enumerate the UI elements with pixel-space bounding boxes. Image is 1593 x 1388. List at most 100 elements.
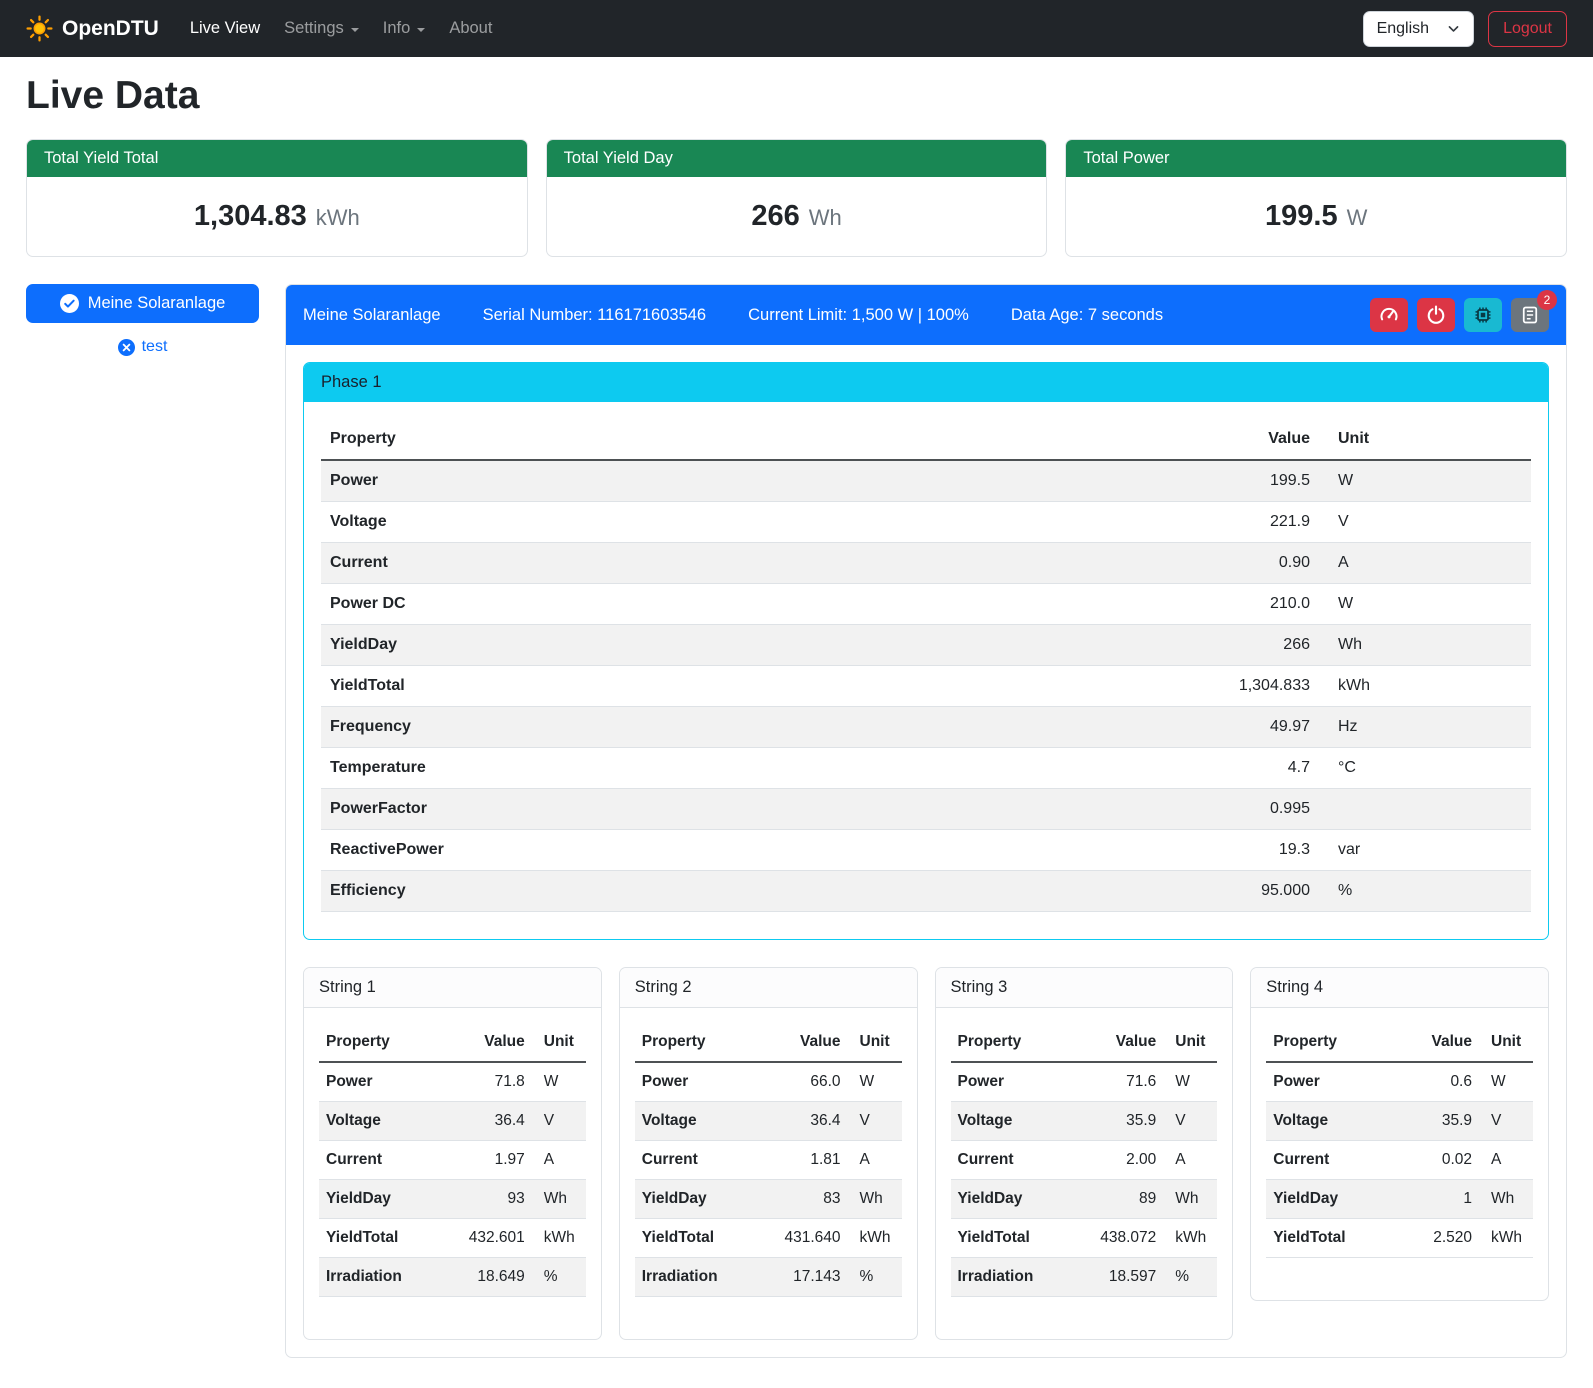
unit-cell: V	[1319, 502, 1531, 543]
property-cell: Temperature	[321, 748, 916, 789]
value-cell: 432.601	[439, 1219, 532, 1258]
unit-cell: kWh	[848, 1219, 902, 1258]
value-cell: 0.6	[1397, 1062, 1479, 1102]
unit-cell: %	[848, 1258, 902, 1297]
nav-right: English Logout	[1363, 11, 1567, 47]
property-cell: PowerFactor	[321, 789, 916, 830]
table-row: Current1.97A	[319, 1141, 586, 1180]
string-table-wrap: Property Value Unit Power66.0W Voltage36…	[620, 1008, 917, 1339]
property-cell: Efficiency	[321, 871, 916, 912]
page-title: Live Data	[26, 74, 1567, 118]
nav-settings-label: Settings	[284, 19, 344, 38]
value-cell: 1.81	[754, 1141, 847, 1180]
unit-cell: V	[1479, 1102, 1533, 1141]
nav-links: Live View Settings Info About	[181, 11, 502, 46]
table-row: YieldDay83Wh	[635, 1180, 902, 1219]
nav-about[interactable]: About	[440, 11, 501, 46]
value-cell: 18.649	[439, 1258, 532, 1297]
nav-settings[interactable]: Settings	[275, 11, 368, 46]
table-row: YieldTotal431.640kWh	[635, 1219, 902, 1258]
value-cell: 35.9	[1397, 1102, 1479, 1141]
unit-cell: A	[1479, 1141, 1533, 1180]
property-cell: YieldDay	[1266, 1180, 1396, 1219]
unit-cell	[1319, 789, 1531, 830]
property-cell: YieldTotal	[635, 1219, 755, 1258]
language-value: English	[1377, 20, 1429, 38]
device-info-button[interactable]	[1464, 298, 1502, 332]
unit-cell: Wh	[1479, 1180, 1533, 1219]
summary-card-title: Total Power	[1066, 140, 1566, 177]
column-header-unit: Unit	[1163, 1023, 1217, 1062]
unit-cell: °C	[1319, 748, 1531, 789]
string-card-1: String 1 Property Value Unit	[303, 967, 602, 1340]
limit-settings-button[interactable]	[1370, 298, 1408, 332]
property-cell: Irradiation	[951, 1258, 1071, 1297]
inverter-select-button[interactable]: Meine Solaranlage	[26, 284, 259, 323]
top-navbar: OpenDTU Live View Settings Info About En…	[0, 0, 1593, 57]
value-cell: 0.995	[916, 789, 1319, 830]
string-table: Property Value Unit Power71.6W Voltage35…	[951, 1023, 1218, 1297]
column-header-value: Value	[916, 419, 1319, 460]
sidebar-item-test[interactable]: test	[26, 338, 259, 356]
table-row: Voltage36.4V	[319, 1102, 586, 1141]
table-row: Voltage221.9V	[321, 502, 1531, 543]
table-header-row: Property Value Unit	[635, 1023, 902, 1062]
unit-cell: W	[1163, 1062, 1217, 1102]
journal-icon	[1520, 305, 1540, 325]
summary-card-title: Total Yield Day	[547, 140, 1047, 177]
string-table: Property Value Unit Power71.8W Voltage36…	[319, 1023, 586, 1297]
table-row: YieldTotal1,304.833kWh	[321, 666, 1531, 707]
table-row: Power DC210.0W	[321, 584, 1531, 625]
table-row: YieldTotal438.072kWh	[951, 1219, 1218, 1258]
inverter-header: Meine Solaranlage Serial Number: 1161716…	[286, 285, 1566, 345]
column-header-property: Property	[1266, 1023, 1396, 1062]
power-button[interactable]	[1417, 298, 1455, 332]
value-cell: 35.9	[1070, 1102, 1163, 1141]
property-cell: Current	[321, 543, 916, 584]
cpu-icon	[1473, 305, 1493, 325]
property-cell: YieldDay	[951, 1180, 1071, 1219]
value-cell: 2.00	[1070, 1141, 1163, 1180]
inverter-body: Phase 1 Property Value Unit	[286, 345, 1566, 1357]
unit-cell: kWh	[532, 1219, 586, 1258]
inverter-name: Meine Solaranlage	[303, 306, 441, 325]
table-row: YieldDay1Wh	[1266, 1180, 1533, 1219]
brand[interactable]: OpenDTU	[26, 15, 159, 42]
value-cell: 1.97	[439, 1141, 532, 1180]
value-cell: 18.597	[1070, 1258, 1163, 1297]
summary-card-body: 199.5 W	[1066, 177, 1566, 256]
unit-cell: Wh	[848, 1180, 902, 1219]
table-row: YieldTotal432.601kWh	[319, 1219, 586, 1258]
nav-info[interactable]: Info	[374, 11, 435, 46]
column-header-value: Value	[439, 1023, 532, 1062]
check-circle-icon	[60, 294, 79, 313]
sun-icon	[26, 15, 53, 42]
table-row: Current0.02A	[1266, 1141, 1533, 1180]
property-cell: Power	[635, 1062, 755, 1102]
value-cell: 71.8	[439, 1062, 532, 1102]
string-table: Property Value Unit Power0.6W Voltage35.…	[1266, 1023, 1533, 1258]
event-log-button[interactable]: 2	[1511, 298, 1549, 332]
unit-cell: Wh	[532, 1180, 586, 1219]
inverter-card: Meine Solaranlage Serial Number: 1161716…	[285, 284, 1567, 1358]
property-cell: Voltage	[319, 1102, 439, 1141]
column-header-unit: Unit	[532, 1023, 586, 1062]
property-cell: YieldDay	[319, 1180, 439, 1219]
string-title: String 4	[1251, 968, 1548, 1008]
value-cell: 17.143	[754, 1258, 847, 1297]
summary-card-total-power: Total Power 199.5 W	[1065, 139, 1567, 257]
table-row: YieldDay89Wh	[951, 1180, 1218, 1219]
property-cell: YieldTotal	[951, 1219, 1071, 1258]
column-header-property: Property	[321, 419, 916, 460]
property-cell: Power	[319, 1062, 439, 1102]
property-cell: YieldTotal	[321, 666, 916, 707]
nav-live-view[interactable]: Live View	[181, 11, 269, 46]
table-header-row: Property Value Unit	[1266, 1023, 1533, 1062]
summary-card-yield-day: Total Yield Day 266 Wh	[546, 139, 1048, 257]
logout-button[interactable]: Logout	[1488, 11, 1567, 47]
property-cell: Voltage	[951, 1102, 1071, 1141]
language-select[interactable]: English	[1363, 11, 1474, 47]
property-cell: Current	[635, 1141, 755, 1180]
table-row: YieldTotal2.520kWh	[1266, 1219, 1533, 1258]
brand-label: OpenDTU	[62, 17, 159, 41]
